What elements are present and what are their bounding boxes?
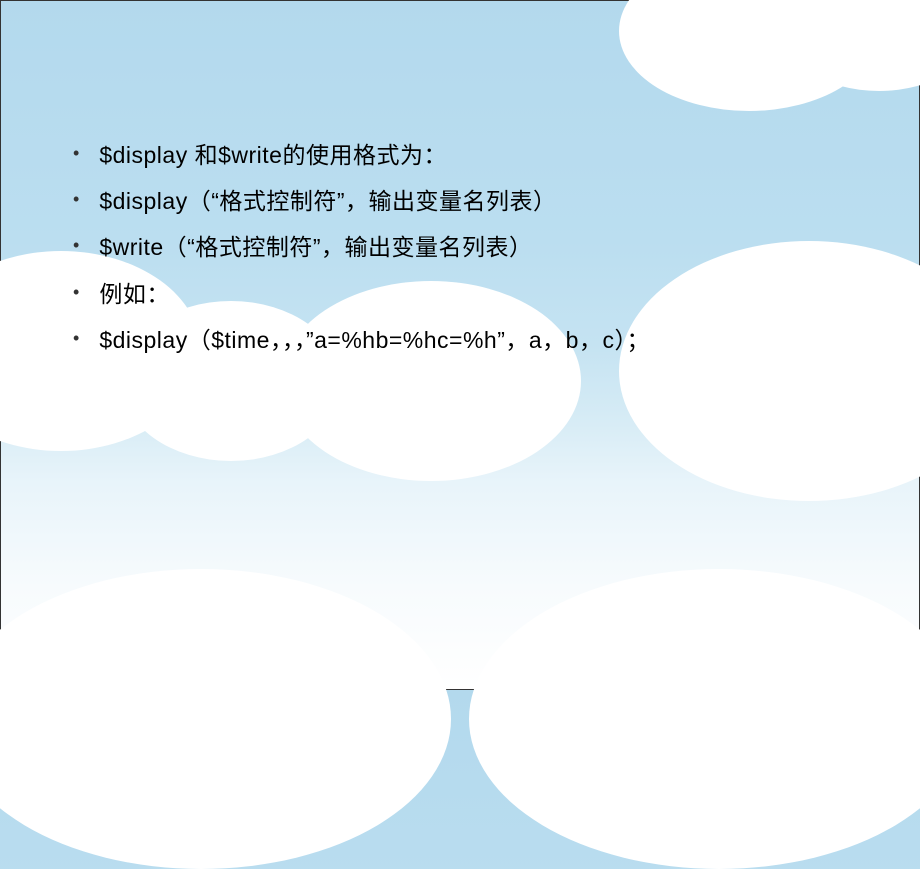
bullet-list: • $display 和$write的使用格式为： • $display（“格式… <box>73 139 919 356</box>
slide-container: • $display 和$write的使用格式为： • $display（“格式… <box>0 0 920 690</box>
bullet-marker: • <box>73 326 79 351</box>
bullet-text: $display 和$write的使用格式为： <box>99 139 447 171</box>
list-item: • $display 和$write的使用格式为： <box>73 139 919 171</box>
bullet-marker: • <box>73 233 79 258</box>
cloud-decoration <box>469 569 920 869</box>
list-item: • $display（“格式控制符”，输出变量名列表） <box>73 185 919 217</box>
list-item: • 例如： <box>73 278 919 310</box>
bullet-marker: • <box>73 280 79 305</box>
bullet-text: $display（$time，，，”a=%hb=%hc=%h”，a，b，c）； <box>99 324 650 356</box>
cloud-decoration <box>0 569 451 869</box>
bullet-marker: • <box>73 141 79 166</box>
list-item: • $display（$time，，，”a=%hb=%hc=%h”，a，b，c）… <box>73 324 919 356</box>
content-area: • $display 和$write的使用格式为： • $display（“格式… <box>1 1 919 356</box>
bullet-text: $write（“格式控制符”，输出变量名列表） <box>99 231 532 263</box>
list-item: • $write（“格式控制符”，输出变量名列表） <box>73 231 919 263</box>
bullet-text: 例如： <box>99 278 170 310</box>
bullet-text: $display（“格式控制符”，输出变量名列表） <box>99 185 556 217</box>
bullet-marker: • <box>73 187 79 212</box>
